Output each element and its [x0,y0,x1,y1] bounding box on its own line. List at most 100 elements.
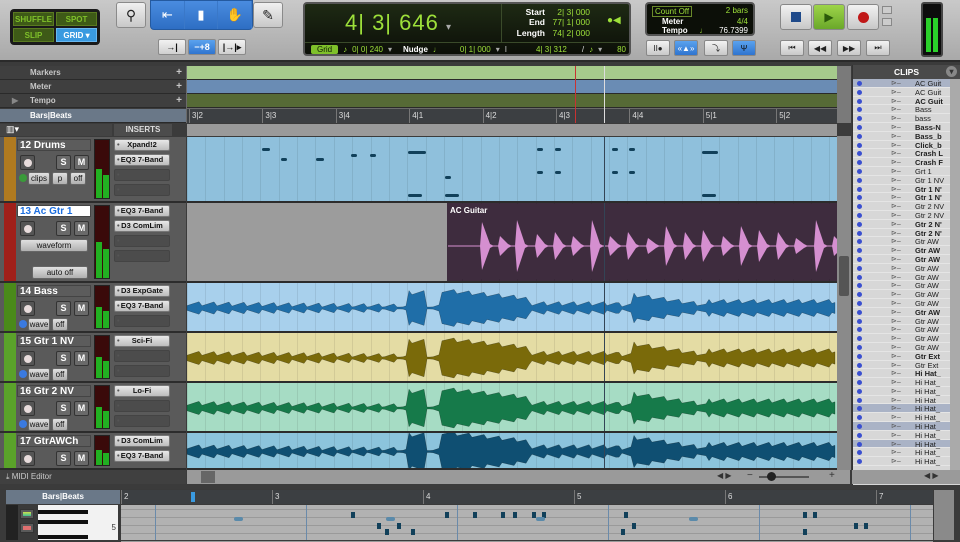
clip-list-item[interactable]: ⊳– Gtr AW [853,255,960,264]
mute-button[interactable]: M [74,155,89,170]
trim-tool-button[interactable]: ⇤ [151,1,185,29]
solo-button[interactable]: S [56,155,71,170]
track-color-strip[interactable] [4,383,16,431]
mute-button[interactable]: M [74,351,89,366]
midi-note[interactable] [445,194,459,197]
insert-slot[interactable]: Sci-Fi [114,335,170,347]
return-to-zero-button[interactable]: ⏮ [780,40,804,56]
midi-merge-button[interactable]: ⤵ [704,40,728,56]
clip-list-item[interactable]: ⊳– Gtr 1 N' [853,193,960,202]
midi-note[interactable] [864,523,868,529]
track-name[interactable]: 14 Bass [17,285,91,297]
empty-insert-slot[interactable] [114,184,170,196]
piano-keyboard[interactable]: 5 [38,505,118,540]
midi-playhead-marker[interactable] [191,492,195,502]
go-to-end-button[interactable]: ⏭ [866,40,890,56]
clip-list-item[interactable]: ⊳– Hi Hat_ [853,422,960,431]
midi-note[interactable] [408,151,426,154]
clip-list-item[interactable]: ⊳– Gtr AW [853,343,960,352]
track-lane-16[interactable] [187,383,837,433]
track-view-selector[interactable]: waveform [20,239,88,252]
clip-list-item[interactable]: ⊳– Hi Hat_ [853,404,960,413]
slip-mode-button[interactable]: SLIP [13,28,54,42]
clip-list-item[interactable]: ⊳– bass [853,114,960,123]
clip-list-item[interactable]: ⊳– Gtr 1 N' [853,185,960,194]
insert-slot[interactable]: D3 ComLim [114,435,170,447]
solo-button[interactable]: S [56,351,71,366]
midi-note[interactable] [411,529,415,535]
track-btn-wave[interactable]: wave [28,418,50,431]
clip-list-item[interactable]: ⊳– Gtr 2 N' [853,220,960,229]
note-dropdown-icon[interactable]: ▾ [598,45,602,54]
solo-button[interactable]: S [56,301,71,316]
meter-ruler[interactable] [187,80,837,94]
clip-list-item[interactable]: ⊳– AC Guit [853,88,960,97]
midi-note[interactable] [555,171,561,174]
wait-for-note-button[interactable]: II● [646,40,670,56]
clips-scrollbar[interactable] [950,79,960,483]
tempo-note-value[interactable]: 80 [617,45,626,54]
mute-button[interactable]: M [74,301,89,316]
add-marker-button[interactable]: + [176,66,182,80]
insert-slot[interactable]: Xpand!2 [114,139,170,151]
solo-button[interactable]: S [56,221,71,236]
fast-forward-button[interactable]: ▶▶ [837,40,861,56]
midi-note[interactable] [537,171,543,174]
clip-list-item[interactable]: ⊳– Gtr AW [853,237,960,246]
midi-note[interactable] [351,154,357,157]
add-meter-button[interactable]: + [176,80,182,94]
midi-editor-toggle[interactable]: ⤓ MIDI Editor [0,470,186,484]
clip-list-item[interactable]: ⊳– Gtr AW [853,325,960,334]
clip-list-item[interactable]: ⊳– Gtr AW [853,281,960,290]
grid-toggle[interactable]: Grid [311,45,339,54]
track-name[interactable]: 15 Gtr 1 NV [17,335,91,347]
hscroll-thumb[interactable] [201,471,215,483]
track-lane-15[interactable] [187,333,837,383]
record-arm-button[interactable] [20,301,35,316]
midi-note[interactable] [555,148,561,151]
track-color-strip[interactable] [4,433,16,468]
midi-note[interactable] [612,148,618,151]
midi-note-long[interactable] [536,517,545,521]
clip-list-item[interactable]: ⊳– Hi Hat_ [853,387,960,396]
count-off-toggle[interactable]: Count Off [652,6,693,17]
record-arm-button[interactable] [20,451,35,466]
scrollbar-thumb[interactable] [839,256,849,296]
empty-insert-slot[interactable] [114,235,170,247]
zoom-toggle-button[interactable]: →| [158,39,186,55]
input-monitor-icon[interactable] [19,174,27,182]
clips-hscroll[interactable]: ◀ ▶ [852,470,960,484]
meter-value[interactable]: 4/4 [737,17,748,26]
clip-list-item[interactable]: ⊳– Hi Hat_ [853,448,960,457]
clip-list-item[interactable]: ⊳– Gtr AW [853,246,960,255]
clip-list-item[interactable]: ⊳– Gtr 2 N' [853,229,960,238]
grid-mode-button[interactable]: GRID ▾ [56,28,97,42]
insert-slot[interactable]: EQ3 7-Band [114,450,170,462]
zoom-in-icon[interactable]: + [829,470,835,481]
insert-slot[interactable]: D3 ComLim [114,220,170,232]
start-value[interactable]: 2| 3| 000 [545,7,590,17]
track-btn-off[interactable]: off [52,318,68,331]
midi-ruler[interactable]: 2 3 4 5 6 7 [121,490,933,504]
tempo-ruler[interactable] [187,94,837,108]
empty-insert-slot[interactable] [114,169,170,181]
insert-slot[interactable]: EQ3 7-Band [114,154,170,166]
note-color-button[interactable] [20,509,34,519]
midi-note[interactable] [445,176,451,179]
zoom-tool-button[interactable]: ⚲ [116,2,146,28]
velocity-color-button[interactable] [20,523,34,533]
vertical-scrollbar[interactable] [837,136,851,470]
track-btn-off[interactable]: off [52,418,68,431]
conductor-button[interactable]: Ψ [732,40,756,56]
record-arm-button[interactable] [20,155,35,170]
clip-list-item[interactable]: ⊳– Gtr 2 NV [853,202,960,211]
track-view-toggle[interactable]: ▥▾ [0,124,112,136]
end-value[interactable]: 77| 1| 000 [545,17,590,27]
midi-note[interactable] [621,529,625,535]
add-tempo-button[interactable]: + [176,94,182,108]
clip-list-item[interactable]: ⊳– Bass_b [853,132,960,141]
insert-slot[interactable]: D3 ExpGate [114,285,170,297]
extra-button-1[interactable] [882,6,892,14]
insert-slot[interactable]: EQ3 7-Band [114,205,170,217]
midi-note[interactable] [501,512,505,518]
